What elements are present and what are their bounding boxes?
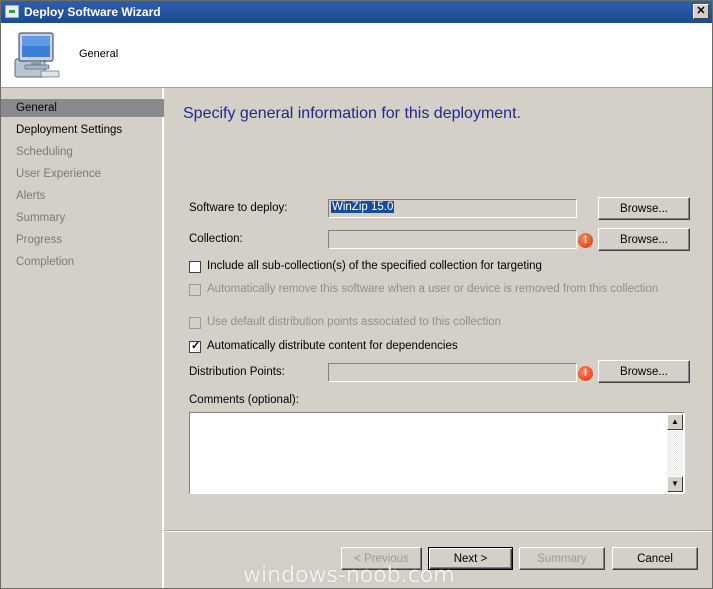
main-content: Specify general information for this dep… (166, 88, 712, 530)
title-bar: Deploy Software Wizard ✕ (1, 1, 712, 23)
use-default-dp-checkbox (189, 317, 201, 329)
summary-button: Summary (519, 547, 605, 570)
nav-item-alerts: Alerts (16, 190, 46, 202)
nav-item-progress: Progress (16, 234, 63, 246)
comments-label: Comments (optional): (189, 394, 299, 406)
distribution-points-error-icon: ! (578, 366, 593, 381)
software-label: Software to deploy: (189, 202, 288, 214)
include-subcollections-label: Include all sub-collection(s) of the spe… (207, 260, 542, 272)
footer-divider (166, 530, 712, 532)
wizard-steps-nav: General Deployment Settings Scheduling U… (1, 88, 164, 588)
wizard-window: Deploy Software Wizard ✕ General General… (0, 0, 713, 589)
distribution-points-browse-button[interactable]: Browse... (598, 360, 690, 383)
collection-browse-button[interactable]: Browse... (598, 228, 690, 251)
checkmark-icon: ✓ (191, 340, 201, 352)
collection-error-icon: ! (578, 233, 593, 248)
window-title: Deploy Software Wizard (24, 5, 161, 19)
distribution-points-label: Distribution Points: (189, 366, 285, 378)
auto-remove-label: Automatically remove this software when … (207, 283, 659, 295)
close-button[interactable]: ✕ (693, 4, 709, 19)
content-heading: Specify general information for this dep… (183, 105, 521, 122)
auto-distribute-label: Automatically distribute content for dep… (207, 340, 458, 352)
nav-item-user-experience: User Experience (16, 168, 102, 180)
nav-item-summary: Summary (16, 212, 66, 224)
include-subcollections-checkbox[interactable] (189, 261, 201, 273)
comments-scrollbar[interactable]: ▲ ▼ (667, 414, 683, 492)
auto-distribute-checkbox[interactable]: ✓ (189, 340, 201, 353)
computer-icon (14, 32, 60, 78)
use-default-dp-label: Use default distribution points associat… (207, 316, 502, 328)
nav-item-deployment-settings[interactable]: Deployment Settings (1, 121, 164, 139)
software-browse-button[interactable]: Browse... (598, 197, 690, 220)
scroll-down-icon[interactable]: ▼ (667, 476, 683, 492)
scroll-up-icon[interactable]: ▲ (667, 414, 683, 430)
collection-label: Collection: (189, 233, 243, 245)
nav-item-scheduling: Scheduling (16, 146, 73, 158)
comments-textarea[interactable]: ▲ ▼ (189, 412, 685, 494)
nav-item-general[interactable]: General (1, 99, 164, 117)
watermark: windows-noob.com (243, 563, 455, 588)
page-title: General (79, 48, 119, 60)
collection-input[interactable] (328, 230, 577, 249)
software-input[interactable]: WinZip 15.0 (328, 199, 577, 218)
app-icon (5, 5, 19, 18)
cancel-button[interactable]: Cancel (612, 547, 698, 570)
nav-item-completion: Completion (16, 256, 75, 268)
software-value: WinZip 15.0 (331, 201, 395, 213)
wizard-header: General (1, 23, 712, 88)
auto-remove-checkbox (189, 284, 201, 296)
distribution-points-input[interactable] (328, 363, 577, 382)
